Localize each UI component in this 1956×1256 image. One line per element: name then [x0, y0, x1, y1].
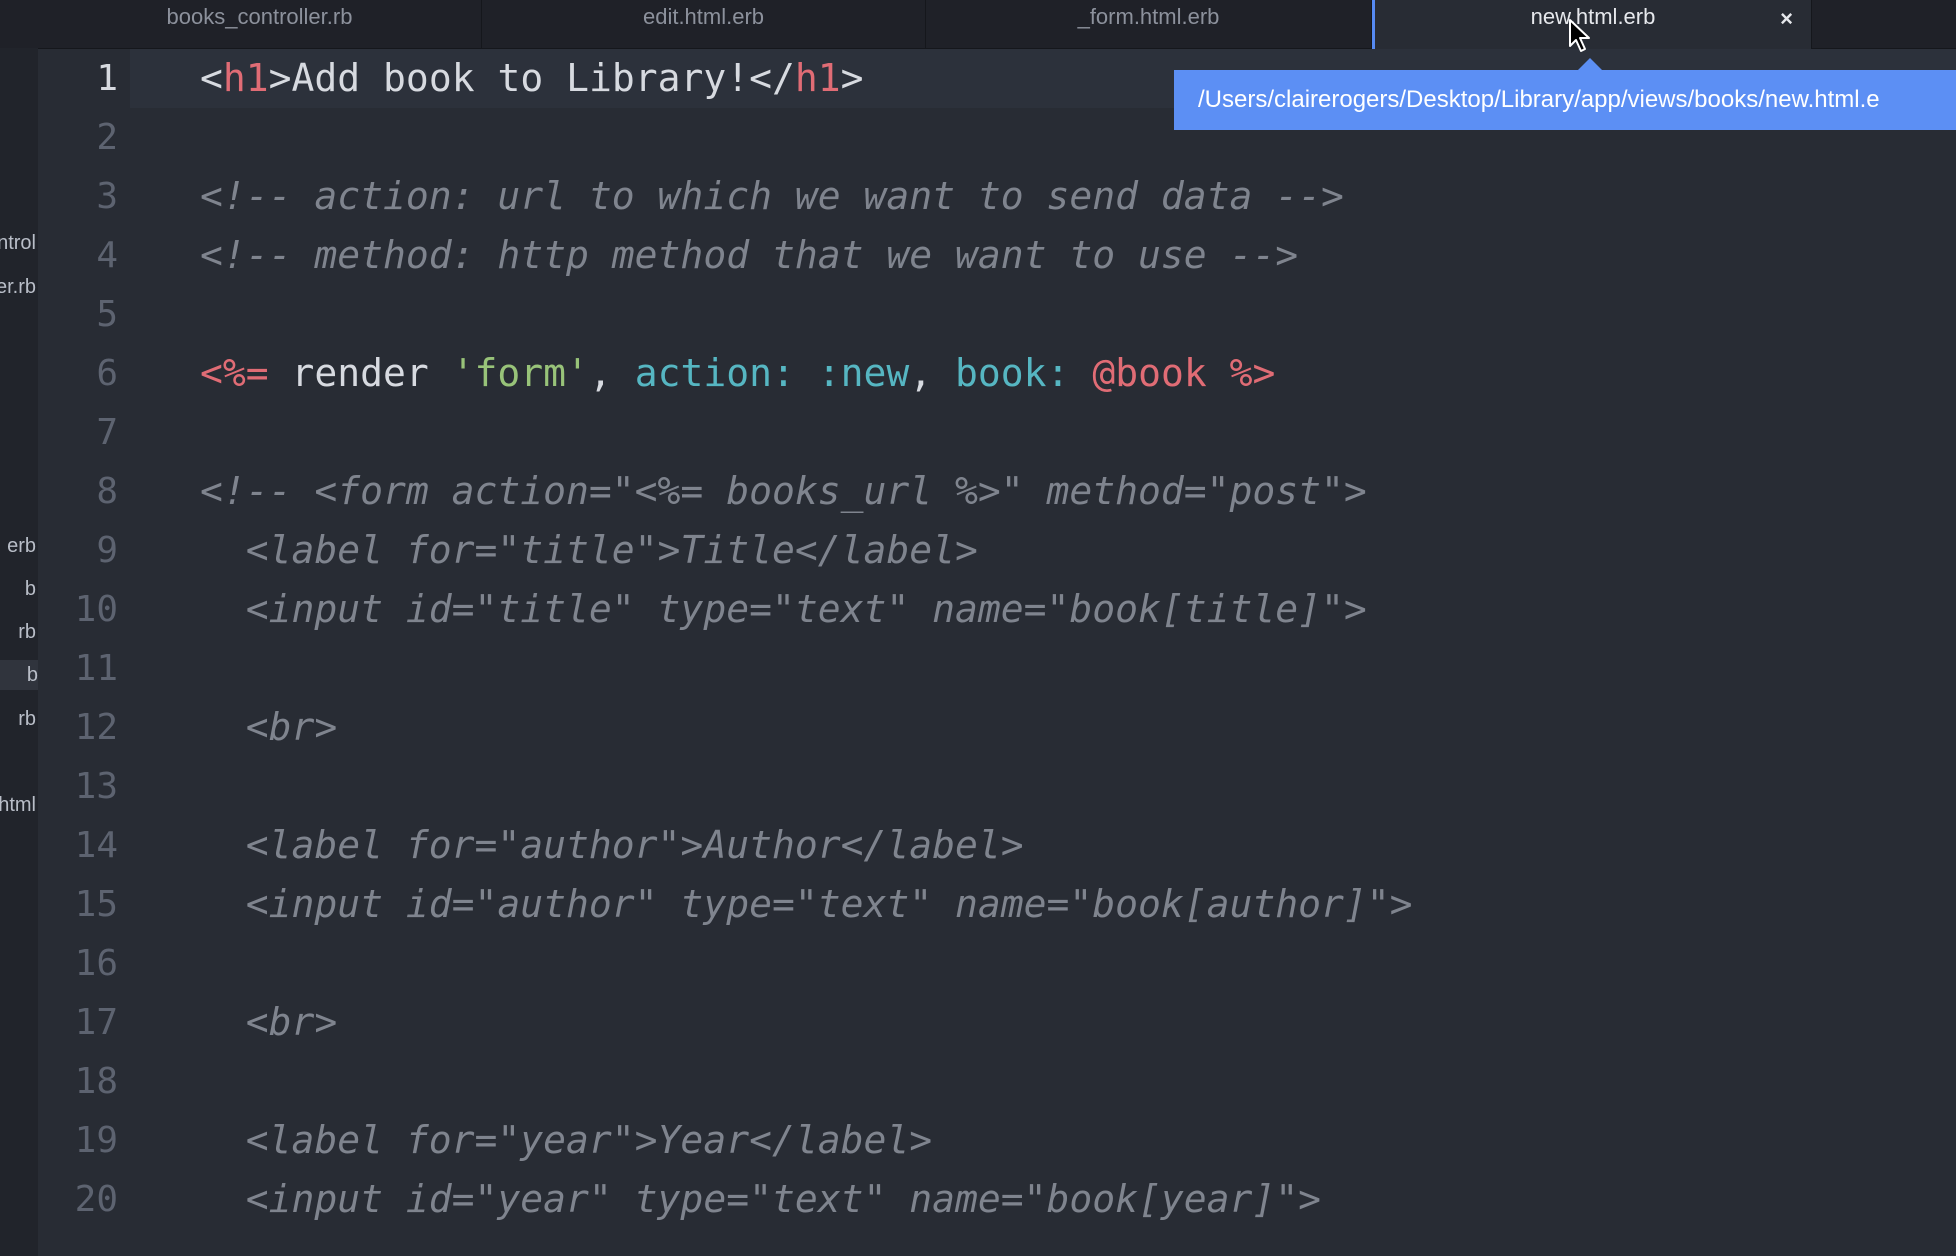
code-token: :new [817, 351, 910, 395]
close-icon[interactable]: × [1780, 2, 1793, 36]
code-token: , [588, 351, 635, 395]
line-number: 11 [74, 648, 118, 689]
tree-item[interactable]: rb [18, 617, 36, 647]
editor-window: books_controller.rb edit.html.erb _form.… [0, 0, 1956, 1256]
code-token: h1 [794, 56, 841, 100]
line-number: 7 [96, 412, 118, 453]
tree-item[interactable]: b [25, 574, 36, 604]
code-token: render [268, 351, 452, 395]
code-line-9: <label for="title">Title</label> [200, 528, 978, 572]
code-token: > [840, 56, 864, 100]
line-number-gutter: 1 2 3 4 5 6 7 8 9 10 11 12 13 14 15 16 1… [38, 49, 118, 1256]
line-number: 3 [96, 176, 118, 217]
line-number: 4 [96, 235, 118, 276]
tree-item[interactable]: er.rb [0, 272, 36, 302]
tree-item[interactable]: erb [7, 531, 36, 561]
line-number: 16 [74, 943, 118, 984]
code-line-8: <!-- <form action="<%= books_url %>" met… [200, 469, 1367, 513]
code-token: <%= [200, 351, 269, 395]
code-token: </ [749, 56, 795, 100]
code-line-10: <input id="title" type="text" name="book… [200, 587, 1367, 631]
line-number: 17 [74, 1002, 118, 1043]
code-token: %> [1206, 351, 1276, 395]
mouse-pointer-icon [1569, 19, 1590, 52]
code-token: @book [1092, 351, 1207, 395]
code-line-6: <%= render 'form', action: :new, book: @… [200, 344, 1275, 403]
code-line-3: <!-- action: url to which we want to sen… [200, 174, 1344, 218]
line-number: 20 [74, 1179, 118, 1220]
code-token: h1 [222, 56, 269, 100]
code-line-1: <h1>Add book to Library!</h1> [200, 49, 864, 108]
line-number: 8 [96, 471, 118, 512]
code-line-17: <br> [200, 1000, 338, 1044]
line-number: 13 [74, 766, 118, 807]
tree-item[interactable]: rb [18, 704, 36, 734]
tab-form-html-erb[interactable]: _form.html.erb [926, 0, 1372, 48]
code-line-4: <!-- method: http method that we want to… [200, 233, 1299, 277]
line-number: 6 [96, 353, 118, 394]
tooltip-arrow [1578, 58, 1602, 70]
line-number: 12 [74, 707, 118, 748]
code-token: > [268, 56, 292, 100]
file-tree-panel: ntrol er.rb erb b rb b rb html [0, 48, 38, 1256]
code-token: 'form' [451, 351, 589, 395]
line-number: 9 [96, 530, 118, 571]
tab-label: edit.html.erb [642, 4, 765, 29]
code-line-14: <label for="author">Author</label> [200, 823, 1024, 867]
tree-item-selected[interactable]: b [0, 660, 38, 690]
code-token: , [909, 351, 956, 395]
file-path-tooltip: /Users/clairerogers/Desktop/Library/app/… [1174, 70, 1956, 130]
code-line-20: <input id="year" type="text" name="book[… [200, 1177, 1322, 1221]
line-number: 14 [74, 825, 118, 866]
tab-edit-html-erb[interactable]: edit.html.erb [482, 0, 926, 48]
line-number: 18 [74, 1061, 118, 1102]
line-number: 2 [96, 117, 118, 158]
line-number: 10 [74, 589, 118, 630]
code-token: < [200, 56, 223, 100]
code-token: book: [955, 351, 1070, 395]
line-number: 15 [74, 884, 118, 925]
tab-label: books_controller.rb [166, 4, 353, 29]
code-line-15: <input id="author" type="text" name="boo… [200, 882, 1413, 926]
tab-label: _form.html.erb [1077, 4, 1220, 29]
tab-books-controller[interactable]: books_controller.rb [38, 0, 482, 48]
code-token: Add book to Library! [291, 56, 750, 100]
line-number: 1 [96, 58, 118, 99]
tab-bar: books_controller.rb edit.html.erb _form.… [0, 0, 1956, 49]
code-line-12: <br> [200, 705, 338, 749]
code-line-19: <label for="year">Year</label> [200, 1118, 933, 1162]
line-number: 19 [74, 1120, 118, 1161]
line-number: 5 [96, 294, 118, 335]
tree-item[interactable]: ntrol [0, 228, 36, 258]
code-area[interactable]: <h1>Add book to Library!</h1> <!-- actio… [162, 49, 1956, 1256]
code-editor[interactable]: 1 2 3 4 5 6 7 8 9 10 11 12 13 14 15 16 1… [38, 49, 1956, 1256]
tree-item[interactable]: html [0, 790, 36, 820]
code-token: action: [634, 351, 795, 395]
